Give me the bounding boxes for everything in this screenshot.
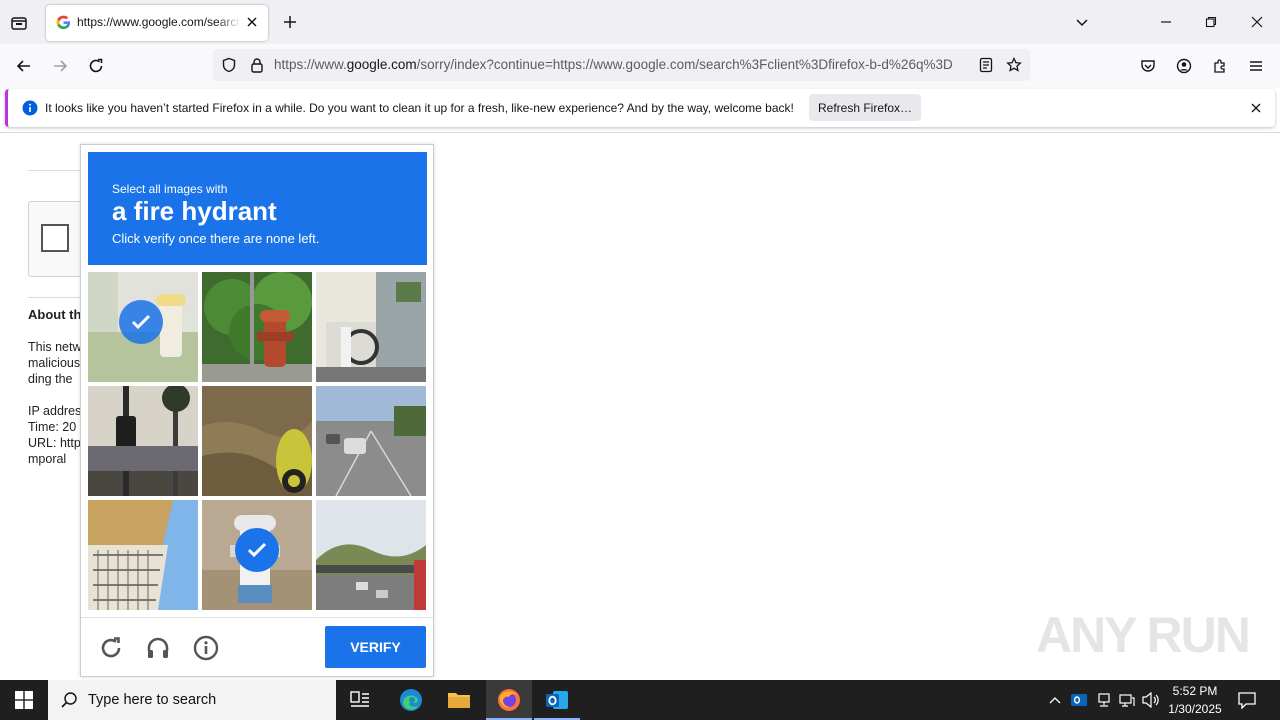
reload-icon[interactable] [84,54,108,78]
url-text[interactable]: https://www.google.com/sorry/index?conti… [274,57,970,72]
reload-challenge-icon[interactable] [97,634,125,662]
tab-title: https://www.google.com/search?client=fir… [77,15,241,29]
tab-strip: https://www.google.com/search?client=fir… [0,0,1280,44]
edge-icon[interactable] [391,680,431,720]
network-device-icon[interactable] [1094,690,1114,710]
selected-check-icon [119,300,163,344]
recaptcha-checkbox-box [28,201,88,277]
firefox-icon [497,688,521,712]
page-divider-top [28,170,88,171]
url-path: /sorry/index?continue=https://www.google… [416,57,953,72]
challenge-subinstruction: Click verify once there are none left. [112,231,320,246]
outlook-icon [545,688,569,712]
captcha-tile-6[interactable] [316,386,426,496]
recaptcha-checkbox[interactable] [41,224,69,252]
challenge-instruction: Select all images with [112,182,228,196]
account-icon[interactable] [1172,54,1196,78]
url-bar[interactable]: https://www.google.com/sorry/index?conti… [213,49,1030,81]
volume-icon[interactable] [1140,690,1162,710]
navigation-toolbar: https://www.google.com/sorry/index?conti… [0,44,1280,88]
bookmark-star-icon[interactable] [1005,56,1023,74]
page-text-line: This netw [28,340,82,354]
menu-hamburger-icon[interactable] [1244,54,1268,78]
content-divider [0,132,1280,133]
info-help-icon[interactable] [192,634,220,662]
page-divider-mid [28,297,88,298]
windows-taskbar: Type here to search 5:52 PM 1/30/2025 [0,680,1280,720]
challenge-footer-divider [81,617,433,618]
forward-icon[interactable] [48,54,72,78]
selected-check-icon [235,528,279,572]
tab-close-icon[interactable] [244,14,260,30]
show-hidden-icons-chevron-icon[interactable] [1046,690,1064,710]
info-icon [22,100,38,116]
page-text-line: malicious [28,356,81,370]
about-heading: About th [28,307,82,322]
task-view-icon[interactable] [340,680,380,720]
recaptcha-challenge-dialog: Select all images with a fire hydrant Cl… [80,144,434,677]
captcha-tile-3[interactable] [316,272,426,382]
outlook-tray-icon[interactable] [1069,690,1089,710]
lock-icon[interactable] [248,56,266,74]
captcha-tile-9[interactable] [316,500,426,610]
anyrun-watermark: ANY RUN [1036,607,1251,663]
page-text-line: ding the [28,372,73,386]
pocket-icon[interactable] [1136,54,1160,78]
audio-challenge-icon[interactable] [144,634,172,662]
search-icon [60,691,78,709]
refresh-firefox-button[interactable]: Refresh Firefox… [809,94,921,121]
captcha-tile-7[interactable] [88,500,198,610]
notification-close-icon[interactable] [1248,100,1264,116]
firefox-refresh-notification: It looks like you haven’t started Firefo… [5,89,1275,127]
network-wired-icon[interactable] [1117,690,1137,710]
reader-view-icon[interactable] [977,56,995,74]
challenge-header: Select all images with a fire hydrant Cl… [88,152,427,265]
page-text-line: mporal [28,452,67,466]
firefox-taskbar-button[interactable] [486,680,532,720]
verify-button[interactable]: VERIFY [325,626,426,668]
url-label: URL: http [28,436,81,450]
google-favicon-icon [56,15,71,30]
minimize-icon[interactable] [1155,11,1177,33]
tracking-protection-shield-icon[interactable] [220,56,238,74]
clock-date[interactable]: 1/30/2025 [1160,702,1230,716]
restore-icon[interactable] [1200,11,1222,33]
captcha-tile-1[interactable] [88,272,198,382]
firefox-view-icon[interactable] [8,12,30,34]
browser-tab[interactable]: https://www.google.com/search?client=fir… [46,5,268,41]
url-prefix: https://www. [274,57,347,72]
extensions-icon[interactable] [1208,54,1232,78]
file-explorer-icon[interactable] [439,680,479,720]
time-label: Time: 20 [28,420,77,434]
captcha-tile-2[interactable] [202,272,312,382]
windows-start-icon[interactable] [0,680,48,720]
new-tab-icon[interactable] [279,11,301,33]
taskbar-search-box[interactable]: Type here to search [48,680,336,720]
captcha-tile-8[interactable] [202,500,312,610]
notifications-action-center-icon[interactable] [1236,689,1258,711]
clock-time[interactable]: 5:52 PM [1160,684,1230,698]
challenge-target-object: a fire hydrant [112,196,277,226]
list-all-tabs-icon[interactable] [1071,11,1093,33]
outlook-taskbar-button[interactable] [534,680,580,720]
ip-address-label: IP addres [28,404,82,418]
notification-message: It looks like you haven’t started Firefo… [45,101,794,115]
captcha-tile-5[interactable] [202,386,312,496]
url-host: google.com [346,57,417,72]
search-placeholder: Type here to search [88,692,217,708]
captcha-tile-4[interactable] [88,386,198,496]
close-window-icon[interactable] [1246,11,1268,33]
back-icon[interactable] [12,54,36,78]
